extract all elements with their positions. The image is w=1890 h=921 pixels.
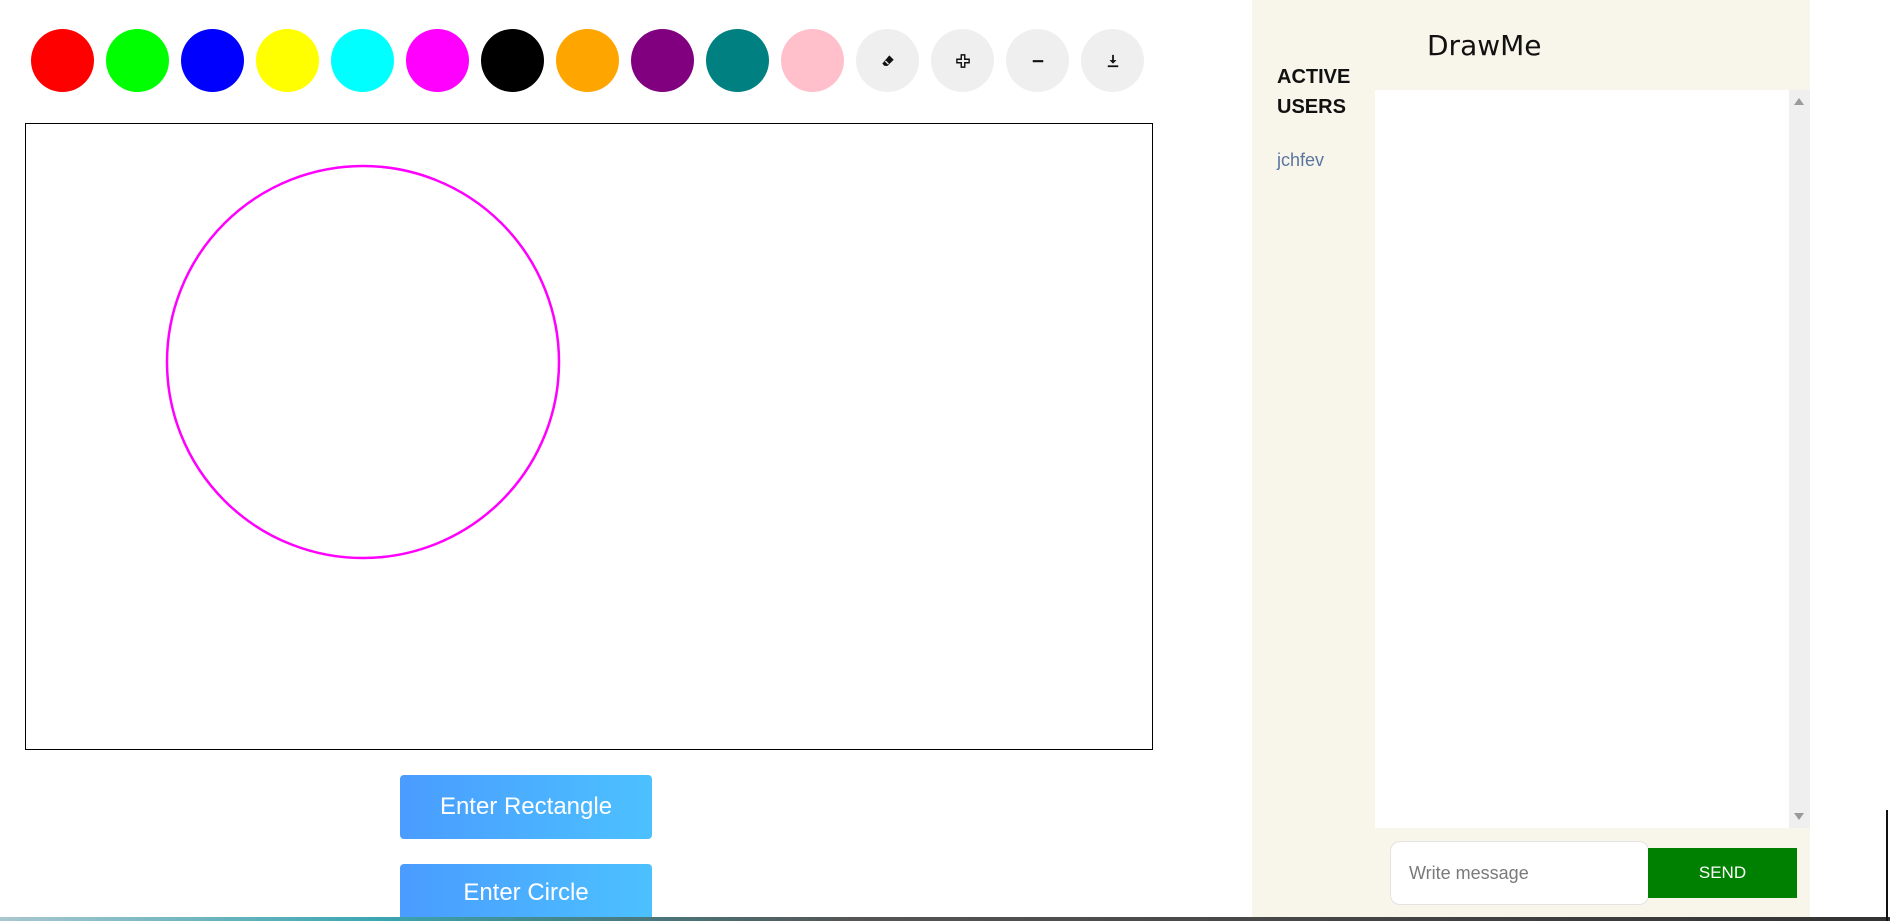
download-button[interactable]	[1081, 29, 1144, 92]
taskbar-edge	[0, 917, 1890, 921]
enter-circle-button[interactable]: Enter Circle	[400, 864, 652, 921]
color-swatch-cyan[interactable]	[331, 29, 394, 92]
drawn-circle	[165, 164, 561, 560]
user-item[interactable]: jchfev	[1277, 150, 1375, 171]
color-swatch-red[interactable]	[31, 29, 94, 92]
scroll-up-arrow-icon[interactable]	[1794, 98, 1804, 105]
scroll-down-arrow-icon[interactable]	[1794, 813, 1804, 820]
zoom-out-button[interactable]	[1006, 29, 1069, 92]
message-input[interactable]	[1390, 841, 1649, 905]
zoom-in-button[interactable]	[931, 29, 994, 92]
color-swatch-teal[interactable]	[706, 29, 769, 92]
eraser-button[interactable]	[856, 29, 919, 92]
color-swatch-magenta[interactable]	[406, 29, 469, 92]
color-swatch-orange[interactable]	[556, 29, 619, 92]
drawing-app: Enter Rectangle Enter Circle ACTIVE USER…	[0, 0, 1890, 921]
color-toolbar	[31, 29, 1144, 92]
chat-scrollbar[interactable]	[1789, 90, 1810, 828]
chat-title: DrawMe	[1427, 28, 1542, 62]
eraser-icon	[881, 54, 894, 66]
color-swatch-black[interactable]	[481, 29, 544, 92]
zoom-in-icon	[955, 53, 970, 68]
active-users-panel: ACTIVE USERS jchfev	[1252, 0, 1375, 917]
drawing-canvas[interactable]	[25, 123, 1153, 750]
active-users-title: ACTIVE USERS	[1277, 66, 1351, 118]
color-swatch-purple[interactable]	[631, 29, 694, 92]
enter-rectangle-button[interactable]: Enter Rectangle	[400, 775, 652, 839]
download-icon	[1107, 54, 1118, 67]
canvas-drawing	[165, 164, 561, 560]
color-swatch-blue[interactable]	[181, 29, 244, 92]
chat-messages-area[interactable]	[1375, 90, 1789, 828]
send-button[interactable]: SEND	[1648, 848, 1797, 898]
color-swatch-green[interactable]	[106, 29, 169, 92]
chat-panel: DrawMe SEND	[1375, 0, 1810, 917]
color-swatch-yellow[interactable]	[256, 29, 319, 92]
zoom-out-icon	[1032, 59, 1043, 62]
window-edge	[1886, 810, 1888, 921]
color-swatch-pink[interactable]	[781, 29, 844, 92]
